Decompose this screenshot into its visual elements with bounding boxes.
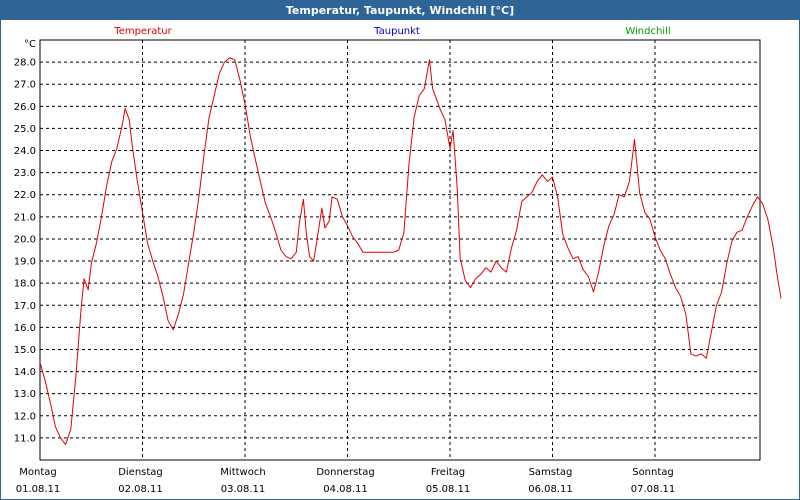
y-tick-label: 16.0 [14, 323, 36, 334]
legend-windchill: Windchill [625, 26, 670, 37]
series-group [39, 57, 782, 445]
plot-border [39, 39, 761, 461]
y-tick-label: 12.0 [14, 411, 36, 422]
x-axis-ticks: Montag 01.08.11 Dienstag 02.08.11 Mittwoch 03… [16, 467, 676, 495]
y-tick-label: 23.0 [14, 168, 36, 179]
legend: Temperatur Taupunkt Windchill [113, 26, 670, 37]
legend-temperatur: Temperatur [113, 26, 172, 37]
x-tick-date-label: 06.08.11 [528, 484, 573, 495]
x-tick-date-label: 03.08.11 [221, 484, 266, 495]
x-tick-day-label: Freitag [431, 467, 465, 478]
x-tick-day-label: Dienstag [118, 467, 163, 478]
x-tick-day-label: Samstag [529, 467, 573, 478]
y-tick-label: 14.0 [14, 367, 36, 378]
x-tick-date-label: 07.08.11 [631, 484, 676, 495]
x-tick-date-label: 02.08.11 [118, 484, 163, 495]
x-tick-date-label: 05.08.11 [426, 484, 471, 495]
grid-lines [40, 40, 760, 460]
x-tick-day-label: Mittwoch [220, 467, 265, 478]
y-tick-label: 25.0 [14, 124, 36, 135]
y-tick-label: 17.0 [14, 301, 36, 312]
x-tick-date-label: 01.08.11 [16, 484, 61, 495]
y-axis-label: °C [24, 39, 36, 50]
x-tick-day-label: Montag [19, 467, 56, 478]
temperature-chart: °C 11.0 12.0 13.0 14.0 15.0 16.0 17.0 18.0 19.0 2… [14, 26, 782, 495]
x-tick-date-label: 04.08.11 [323, 484, 368, 495]
y-tick-label: 27.0 [14, 80, 36, 91]
x-tick-day-label: Sonntag [632, 467, 674, 478]
y-tick-label: 20.0 [14, 234, 36, 245]
y-tick-label: 22.0 [14, 190, 36, 201]
y-tick-label: 13.0 [14, 389, 36, 400]
y-tick-label: 21.0 [14, 212, 36, 223]
y-axis-ticks: 11.0 12.0 13.0 14.0 15.0 16.0 17.0 18.0 19.0 20.0… [14, 58, 36, 445]
y-tick-label: 11.0 [14, 433, 36, 444]
y-tick-label: 19.0 [14, 257, 36, 268]
x-tick-day-label: Donnerstag [316, 467, 374, 478]
y-tick-label: 18.0 [14, 279, 36, 290]
y-tick-label: 15.0 [14, 345, 36, 356]
legend-taupunkt: Taupunkt [373, 26, 420, 37]
y-tick-label: 26.0 [14, 102, 36, 113]
series-line-temperatur [39, 57, 782, 445]
y-tick-label: 24.0 [14, 146, 36, 157]
y-tick-label: 28.0 [14, 58, 36, 69]
